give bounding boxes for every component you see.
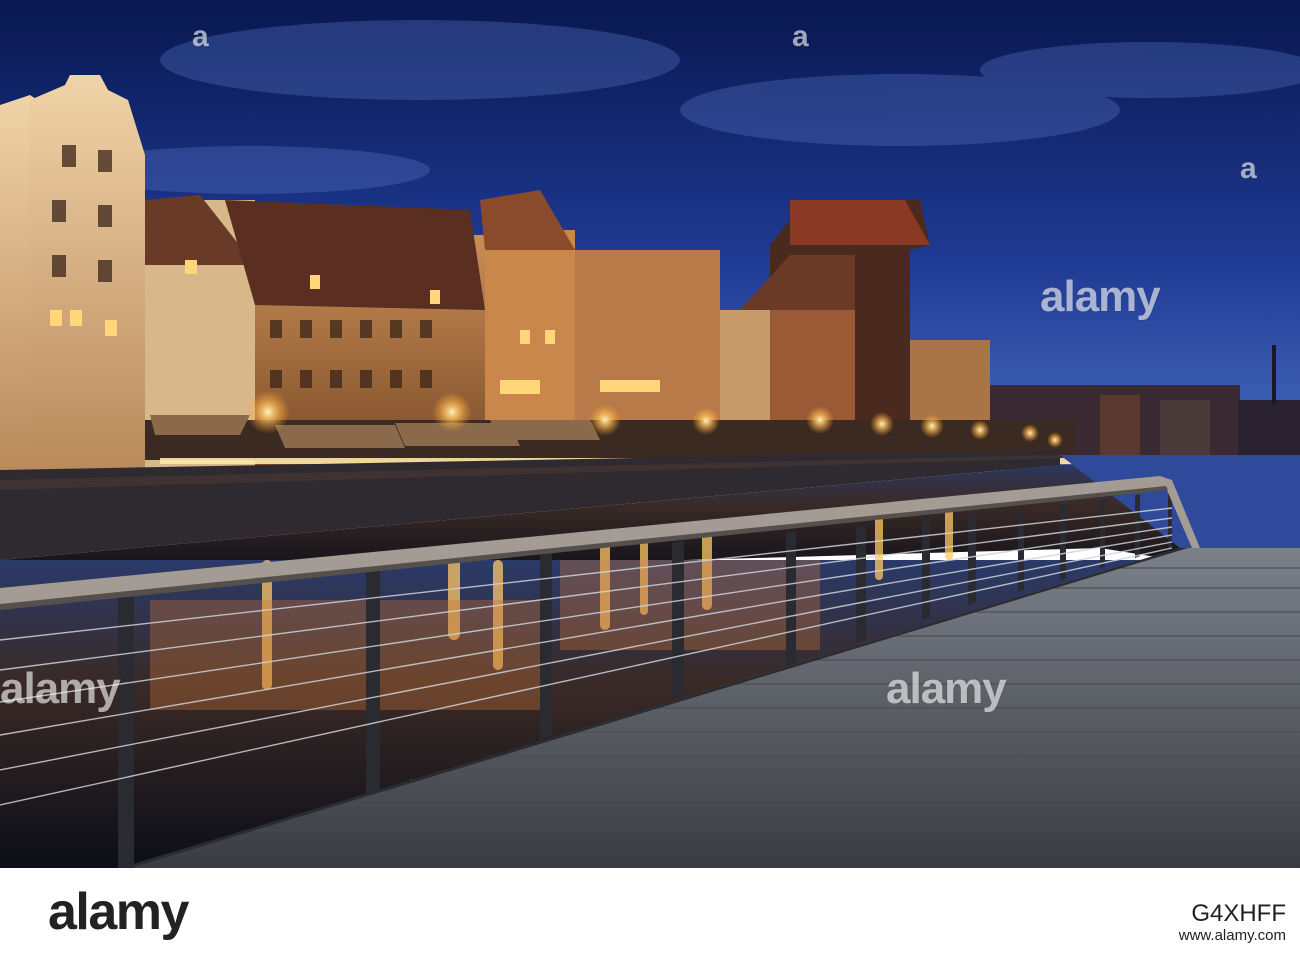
footer-logo: alamy	[48, 883, 189, 941]
footer-bar	[0, 868, 1300, 956]
image-id: G4XHFF	[1191, 900, 1286, 927]
stock-photo	[0, 0, 1300, 868]
footer-url: www.alamy.com	[1178, 927, 1286, 944]
